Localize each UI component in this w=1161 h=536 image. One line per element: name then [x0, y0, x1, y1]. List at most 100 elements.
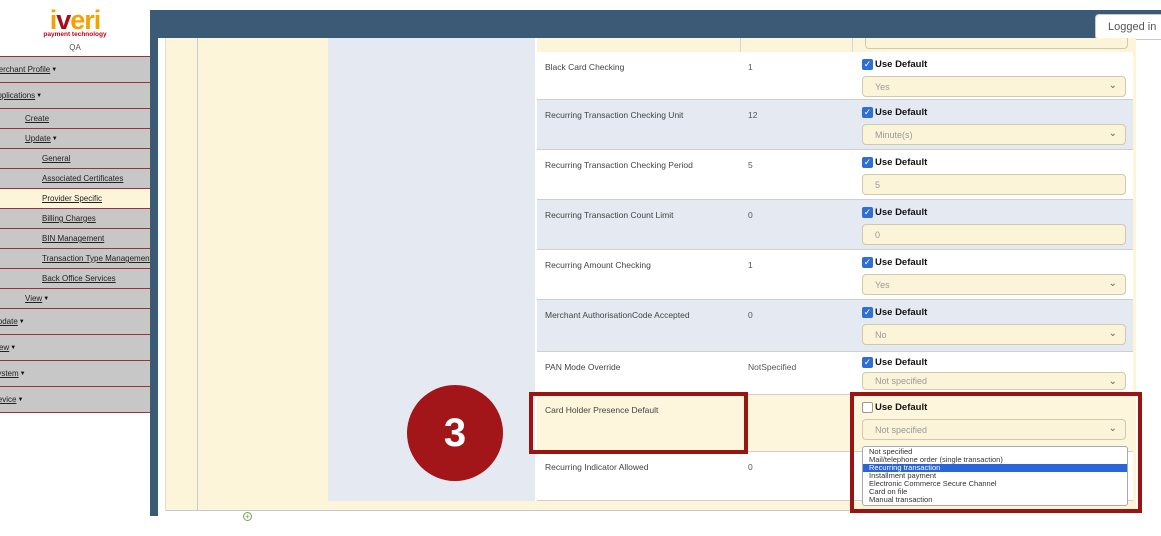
setting-label: Recurring Indicator Allowed: [545, 462, 648, 472]
sidebar-item-label: BIN Management: [42, 234, 104, 243]
logged-in-button[interactable]: Logged in: [1095, 14, 1161, 40]
use-default-checkbox-group: ✓Use Default: [862, 107, 927, 118]
sidebar-item-device[interactable]: Device▼: [0, 387, 150, 413]
setting-label: Merchant AuthorisationCode Accepted: [545, 310, 690, 320]
use-default-label: Use Default: [875, 157, 927, 168]
dropdown-option[interactable]: Card on file: [863, 488, 1127, 496]
table-row: Recurring Transaction Checking Period 5 ✓U…: [537, 150, 1133, 200]
setting-select[interactable]: Not specified⌄: [862, 372, 1126, 390]
sidebar-item-label: System: [0, 369, 19, 378]
card-holder-presence-dropdown-list[interactable]: Not specifiedMail/telephone order (singl…: [862, 446, 1128, 506]
control-value: Minute(s): [875, 130, 913, 140]
sidebar-item-label: Merchant Profile: [0, 65, 50, 74]
control-value: Not specified: [875, 425, 927, 435]
table-row: Merchant AuthorisationCode Accepted0✓Use…: [537, 300, 1133, 352]
chevron-down-icon: ▼: [43, 296, 49, 302]
use-default-checkbox[interactable]: ✓: [862, 207, 873, 218]
content-left-border: [150, 10, 158, 516]
sidebar-item-label: Update: [0, 317, 18, 326]
use-default-checkbox[interactable]: ✓: [862, 157, 873, 168]
dropdown-option[interactable]: Installment payment: [863, 472, 1127, 480]
use-default-label: Use Default: [875, 307, 927, 318]
sidebar-item-merchant-profile[interactable]: Merchant Profile▼: [0, 57, 150, 83]
sidebar-item-applications[interactable]: Applications▼: [0, 83, 150, 109]
setting-current-value: 5: [748, 160, 753, 170]
sidebar: iveri payment technology QA Merchant Pro…: [0, 0, 150, 536]
setting-label: Recurring Transaction Checking Unit: [545, 110, 683, 120]
sidebar-item-view[interactable]: View▼: [0, 289, 150, 309]
dropdown-option[interactable]: Manual transaction: [863, 496, 1127, 504]
setting-label: PAN Mode Override: [545, 362, 620, 372]
sidebar-item-label: Update: [25, 134, 51, 143]
chevron-down-icon: ▼: [51, 67, 57, 73]
chevron-down-icon: ▼: [10, 345, 16, 351]
sidebar-item-billing-charges[interactable]: Billing Charges: [0, 209, 150, 229]
top-header-bar: [150, 10, 1161, 38]
iveri-logo: iveri: [0, 6, 150, 34]
sidebar-item-associated-certificates[interactable]: Associated Certificates: [0, 169, 150, 189]
sidebar-item-label: Billing Charges: [42, 214, 96, 223]
setting-select[interactable]: No⌄: [862, 324, 1126, 345]
chevron-down-icon: ⌄: [1109, 278, 1117, 289]
setting-current-value: NotSpecified: [748, 362, 796, 372]
dropdown-option[interactable]: Not specified: [863, 448, 1127, 456]
sidebar-item-provider-specific[interactable]: Provider Specific: [0, 189, 150, 209]
use-default-label: Use Default: [875, 257, 927, 268]
setting-label: Black Card Checking: [545, 62, 624, 72]
sidebar-item-general[interactable]: General: [0, 149, 150, 169]
control-value: Not specified: [875, 376, 927, 386]
sidebar-item-update[interactable]: Update▼: [0, 129, 150, 149]
settings-table: Black Card Checking1✓Use DefaultYes⌄Recu…: [537, 38, 1133, 501]
use-default-checkbox[interactable]: ✓: [862, 357, 873, 368]
setting-input[interactable]: 0: [862, 224, 1126, 245]
use-default-checkbox[interactable]: [862, 402, 873, 413]
use-default-checkbox-group: ✓Use Default: [862, 157, 927, 168]
use-default-checkbox-group: ✓Use Default: [862, 207, 927, 218]
sidebar-item-back-office-services[interactable]: Back Office Services: [0, 269, 150, 289]
sidebar-item-label: General: [42, 154, 70, 163]
sidebar-item-system[interactable]: System▼: [0, 361, 150, 387]
expand-plus-icon[interactable]: +: [243, 512, 252, 521]
setting-select[interactable]: Yes⌄: [862, 274, 1126, 295]
sidebar-item-bin-management[interactable]: BIN Management: [0, 229, 150, 249]
control-value: 0: [875, 230, 880, 240]
sidebar-menu: Merchant Profile▼Applications▼CreateUpda…: [0, 56, 150, 413]
sidebar-item-transaction-type-management[interactable]: Transaction Type Management: [0, 249, 150, 269]
setting-current-value: 1: [748, 62, 753, 72]
environment-label: QA: [0, 43, 150, 52]
dropdown-option[interactable]: Mail/telephone order (single transaction…: [863, 456, 1127, 464]
table-row: Black Card Checking 1 ✓Use Default Yes⌄: [537, 52, 1133, 100]
chevron-down-icon: ⌄: [1109, 128, 1117, 139]
chevron-down-icon: ⌄: [1109, 423, 1117, 434]
setting-current-value: 0: [748, 210, 753, 220]
use-default-checkbox[interactable]: ✓: [862, 257, 873, 268]
table-row: Recurring Transaction Checking Unit12✓Us…: [537, 100, 1133, 150]
setting-current-value: 1: [748, 260, 753, 270]
sidebar-item-label: Device: [0, 395, 16, 404]
chevron-down-icon: ▼: [20, 371, 26, 377]
use-default-checkbox[interactable]: ✓: [862, 107, 873, 118]
table-row: Card Holder Presence DefaultUse DefaultN…: [537, 395, 1133, 452]
sidebar-item-label: Associated Certificates: [42, 174, 123, 183]
setting-select[interactable]: Not specified ⌄: [862, 419, 1126, 440]
use-default-label: Use Default: [875, 59, 927, 70]
sidebar-item-update[interactable]: Update▼: [0, 309, 150, 335]
control-value: Yes: [875, 82, 890, 92]
use-default-checkbox[interactable]: ✓: [862, 307, 873, 318]
setting-select[interactable]: Minute(s) ⌄: [862, 124, 1126, 145]
sidebar-item-view[interactable]: View▼: [0, 335, 150, 361]
use-default-checkbox[interactable]: ✓: [862, 59, 873, 70]
dropdown-option[interactable]: Recurring transaction: [863, 464, 1127, 472]
control-value: No: [875, 330, 887, 340]
panel-divider: [165, 38, 166, 511]
setting-select[interactable]: Yes⌄: [862, 76, 1126, 97]
panel-divider: [197, 38, 198, 511]
use-default-label: Use Default: [875, 107, 927, 118]
chevron-down-icon: ▼: [52, 136, 58, 142]
setting-input[interactable]: 5: [862, 174, 1126, 195]
setting-label: Recurring Transaction Count Limit: [545, 210, 674, 220]
sidebar-item-create[interactable]: Create: [0, 109, 150, 129]
chevron-down-icon: ▼: [17, 397, 23, 403]
setting-label: Recurring Transaction Checking Period: [545, 160, 693, 170]
dropdown-option[interactable]: Electronic Commerce Secure Channel: [863, 480, 1127, 488]
